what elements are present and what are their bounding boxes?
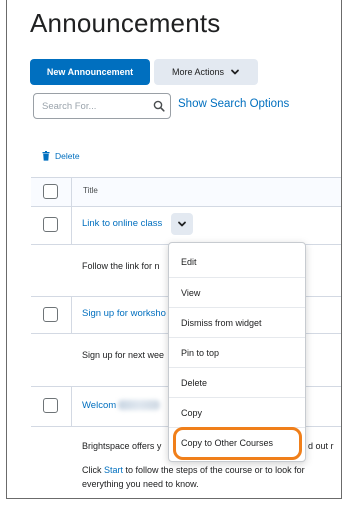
menu-item-pin-to-top[interactable]: Pin to top	[169, 337, 305, 367]
announcement-body: Click Start to follow the steps of the c…	[82, 465, 305, 475]
row-checkbox[interactable]	[43, 307, 58, 322]
more-actions-label: More Actions	[171, 67, 225, 77]
highlight-outline	[173, 427, 302, 460]
column-divider	[71, 386, 72, 426]
page-title: Announcements	[30, 8, 221, 38]
more-actions-button[interactable]: More Actions	[154, 59, 258, 85]
new-announcement-button[interactable]: New Announcement	[30, 59, 150, 85]
row-checkbox[interactable]	[43, 398, 58, 413]
announcement-link[interactable]: Sign up for worksho	[82, 308, 166, 319]
divider	[31, 206, 341, 207]
menu-item-copy[interactable]: Copy	[169, 397, 305, 427]
menu-item-dismiss-from-widget[interactable]: Dismiss from widget	[169, 307, 305, 337]
select-all-checkbox[interactable]	[43, 184, 58, 199]
announcement-body-text: to follow the steps of the course or to …	[123, 465, 305, 475]
row-context-menu-button[interactable]	[171, 213, 193, 235]
announcement-body-tail: d out r	[308, 441, 334, 451]
menu-item-delete[interactable]: Delete	[169, 367, 305, 397]
table-header	[31, 177, 341, 206]
chevron-down-icon	[178, 221, 186, 227]
delete-label: Delete	[55, 151, 80, 161]
announcement-body-text: Click	[82, 465, 104, 475]
search-icon[interactable]	[148, 95, 170, 117]
show-search-options-link[interactable]: Show Search Options	[178, 98, 289, 110]
divider	[31, 177, 341, 178]
column-header-title: Title	[83, 186, 98, 195]
column-divider	[71, 296, 72, 333]
delete-button[interactable]: Delete	[42, 151, 80, 161]
menu-item-edit[interactable]: Edit	[169, 247, 305, 277]
announcement-body: Follow the link for n	[82, 261, 160, 271]
announcement-body: Sign up for next wee	[82, 350, 165, 360]
menu-item-view[interactable]: View	[169, 277, 305, 307]
start-link[interactable]: Start	[104, 465, 123, 475]
page-frame: Announcements New Announcement More Acti…	[6, 0, 342, 499]
column-divider	[71, 177, 72, 206]
search-placeholder: Search For...	[42, 100, 97, 112]
blurred-text	[118, 400, 161, 411]
chevron-down-icon	[231, 69, 239, 75]
announcement-link[interactable]: Welcom	[82, 400, 161, 411]
announcement-body: Brightspace offers y	[82, 441, 162, 451]
trash-icon	[42, 151, 50, 161]
search-input[interactable]: Search For...	[33, 93, 171, 119]
row-checkbox[interactable]	[43, 217, 58, 232]
announcement-link-text: Welcom	[82, 400, 117, 411]
announcement-body: everything you need to know.	[82, 479, 199, 489]
column-divider	[71, 206, 72, 244]
announcement-link[interactable]: Link to online class	[82, 218, 162, 229]
